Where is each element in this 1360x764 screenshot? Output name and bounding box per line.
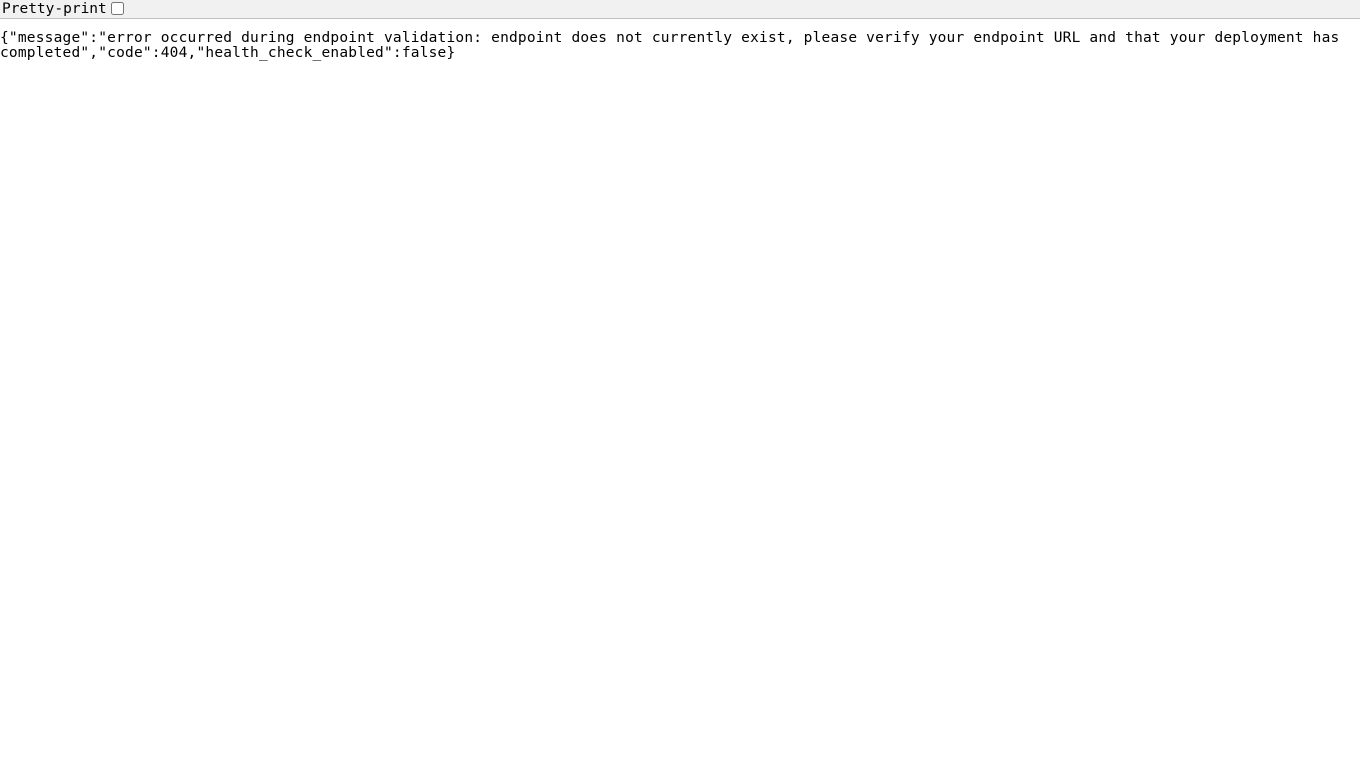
json-viewer-toolbar: Pretty-print: [0, 0, 1360, 19]
json-response-body: {"message":"error occurred during endpoi…: [0, 19, 1360, 61]
pretty-print-checkbox[interactable]: [111, 2, 124, 15]
pretty-print-label[interactable]: Pretty-print: [2, 1, 124, 17]
pretty-print-text: Pretty-print: [2, 1, 107, 17]
